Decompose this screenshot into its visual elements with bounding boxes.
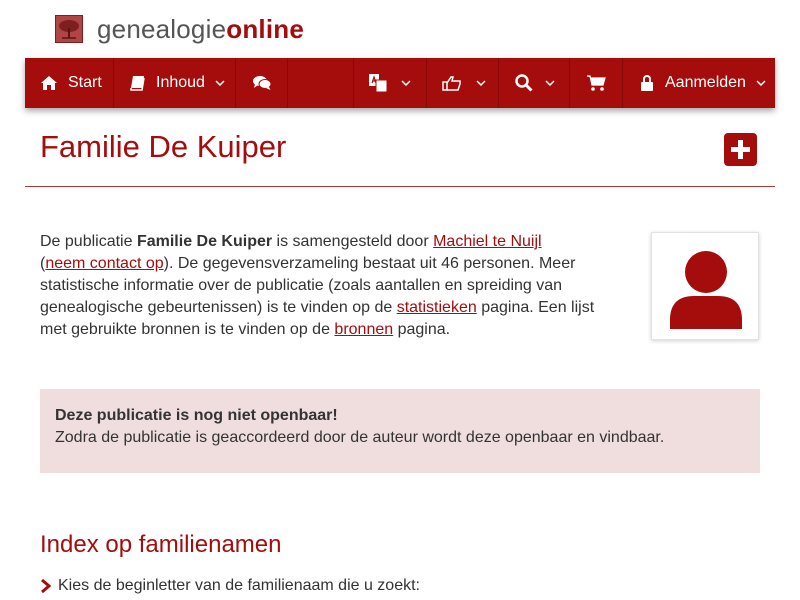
nav-start[interactable]: Start — [25, 58, 114, 108]
nav-comments[interactable] — [236, 58, 288, 108]
thumbs-up-icon — [442, 75, 462, 91]
intro-text-1: De publicatie — [40, 233, 137, 250]
logo-wordmark: genealogieonline — [97, 14, 304, 44]
chevron-down-icon — [756, 80, 766, 86]
contact-link[interactable]: neem contact op — [45, 255, 163, 272]
nav-search[interactable] — [499, 58, 570, 108]
title-row: Familie De Kuiper — [25, 125, 775, 187]
index-hint: Kies de beginletter van de familienaam d… — [40, 575, 420, 597]
nav-inhoud-label: Inhoud — [156, 74, 205, 91]
avatar — [651, 232, 759, 340]
nav-start-label: Start — [68, 74, 102, 91]
intro-text-2: is samengesteld door — [272, 233, 434, 250]
home-icon — [40, 75, 58, 91]
tree-logo-icon — [55, 15, 83, 43]
site-logo[interactable]: genealogieonline — [55, 13, 304, 45]
language-icon — [369, 74, 387, 92]
nav-inhoud[interactable]: Inhoud — [114, 58, 236, 108]
main-navbar: Start Inhoud Aanmelden — [25, 58, 775, 108]
page-title: Familie De Kuiper — [40, 129, 287, 164]
user-icon — [670, 251, 742, 329]
plus-square-icon[interactable] — [724, 133, 757, 166]
statistics-link[interactable]: statistieken — [397, 299, 477, 316]
alert-body: Zodra de publicatie is geaccordeerd door… — [55, 429, 665, 446]
author-link[interactable]: Machiel te Nuijl — [433, 233, 541, 250]
chevron-down-icon — [476, 80, 486, 86]
not-public-alert: Deze publicatie is nog niet openbaar! Zo… — [40, 389, 760, 473]
nav-login[interactable]: Aanmelden — [623, 58, 775, 108]
logo-text-part1: genealogie — [97, 14, 227, 44]
cart-icon — [586, 74, 606, 92]
index-title: Index op familienamen — [40, 531, 282, 558]
lock-icon — [641, 75, 653, 91]
book-icon — [130, 75, 146, 91]
nav-login-label: Aanmelden — [665, 74, 746, 91]
alert-heading: Deze publicatie is nog niet openbaar! — [55, 407, 338, 424]
nav-language[interactable] — [354, 58, 427, 108]
nav-spacer — [288, 58, 354, 108]
intro-paragraph: De publicatie Familie De Kuiper is samen… — [40, 231, 610, 341]
chevron-right-icon — [40, 579, 52, 593]
index-hint-text: Kies de beginletter van de familienaam d… — [58, 577, 420, 594]
publication-name: Familie De Kuiper — [136, 233, 273, 250]
search-icon — [515, 74, 533, 92]
logo-text-part2: online — [226, 14, 304, 44]
chevron-down-icon — [215, 80, 225, 86]
sources-link[interactable]: bronnen — [334, 321, 393, 338]
chevron-down-icon — [401, 80, 411, 86]
nav-cart[interactable] — [570, 58, 623, 108]
chevron-down-icon — [545, 80, 555, 86]
nav-share[interactable] — [427, 58, 499, 108]
comments-icon — [252, 75, 272, 91]
intro-text-6: pagina. — [393, 321, 451, 338]
